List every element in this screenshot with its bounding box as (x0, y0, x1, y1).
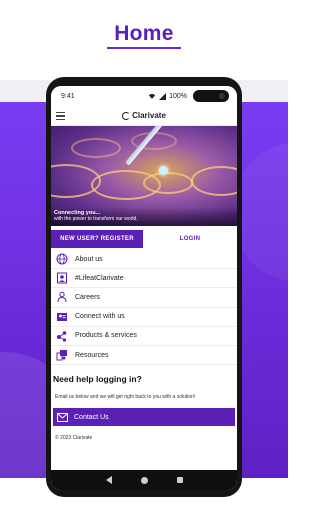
menu-item-resources[interactable]: Resources (51, 346, 237, 366)
hero-caption: Connecting you... with the power to tran… (51, 207, 237, 226)
camera-cutout (193, 90, 229, 102)
mail-icon (57, 412, 68, 422)
status-indicators: 100% (148, 90, 229, 102)
recent-apps-icon[interactable] (176, 477, 183, 483)
person-card-icon (55, 271, 69, 285)
wifi-icon (148, 93, 156, 99)
clarivate-logo-icon (122, 111, 131, 120)
droplet (159, 166, 168, 175)
menu-item-label: Connect with us (75, 313, 125, 321)
app-bar: Clarivate (51, 106, 237, 126)
login-button[interactable]: LOGIN (143, 230, 237, 248)
contact-us-button[interactable]: Contact Us (53, 408, 235, 427)
share-nodes-icon (55, 329, 69, 343)
menu-item-lifeatclarivate[interactable]: #LifeatClarivate (51, 269, 237, 289)
phone-screen: 9:41 100% Clarivate Connecting you... wi… (51, 86, 237, 490)
auth-row: NEW USER? REGISTER LOGIN (51, 230, 237, 248)
menu-item-label: #LifeatClarivate (75, 274, 124, 282)
help-text: Email us below and we will get right bac… (55, 394, 196, 401)
menu-icon[interactable] (56, 112, 65, 120)
status-bar: 9:41 100% (51, 86, 237, 106)
system-nav-bar (51, 470, 237, 490)
battery-percent: 100% (169, 92, 187, 100)
copyright-text: © 2023 Clarivate (55, 435, 93, 442)
home-icon[interactable] (140, 476, 148, 484)
glass-ring (191, 166, 237, 196)
brand-name: Clarivate (132, 111, 166, 120)
menu-list: About us #LifeatClarivate Careers Connec… (51, 250, 237, 366)
menu-item-label: Resources (75, 351, 109, 359)
back-icon[interactable] (105, 476, 112, 484)
headline-underline (107, 47, 181, 49)
menu-item-label: Products & services (75, 332, 137, 340)
glass-ring (143, 172, 193, 194)
globe-icon (55, 252, 69, 266)
menu-item-label: Careers (75, 293, 100, 301)
glass-ring (71, 138, 121, 158)
brand-logo: Clarivate (122, 111, 166, 120)
hero-subtitle: with the power to transform our world. (54, 216, 138, 222)
help-title: Need help logging in? (53, 374, 142, 385)
hero-banner: Connecting you... with the power to tran… (51, 126, 237, 226)
menu-item-label: About us (75, 255, 103, 263)
menu-item-careers[interactable]: Careers (51, 288, 237, 308)
menu-item-products-services[interactable]: Products & services (51, 327, 237, 346)
resources-icon (55, 348, 69, 362)
marketing-headline: Home (114, 22, 174, 45)
briefcase-person-icon (55, 290, 69, 304)
status-time: 9:41 (61, 92, 75, 100)
register-button[interactable]: NEW USER? REGISTER (51, 230, 143, 248)
menu-item-connect-with-us[interactable]: Connect with us (51, 308, 237, 327)
signal-icon (159, 92, 167, 100)
menu-item-about-us[interactable]: About us (51, 250, 237, 270)
contact-card-icon (55, 310, 69, 324)
contact-us-label: Contact Us (74, 413, 109, 421)
